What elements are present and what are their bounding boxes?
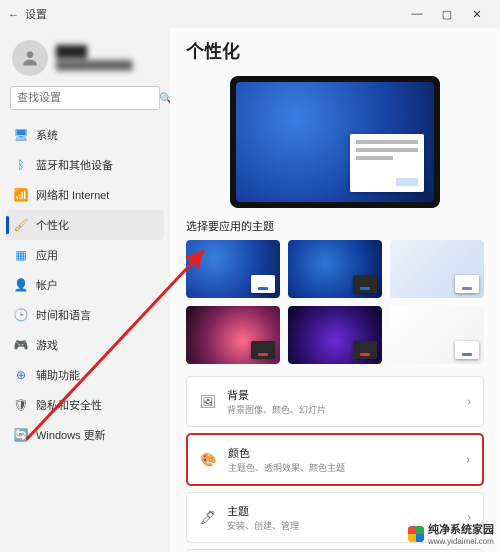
card-subtitle: 背景图像、颜色、幻灯片 xyxy=(227,403,457,416)
sidebar-item-1[interactable]: ᛒ 蓝牙和其他设备 xyxy=(6,150,164,180)
maximize-button[interactable]: ▢ xyxy=(432,2,462,26)
card-title: 颜色 xyxy=(228,445,456,461)
titlebar: ← 设置 — ▢ ✕ xyxy=(0,0,500,28)
sidebar-item-5[interactable]: 👤 帐户 xyxy=(6,270,164,300)
nav-label: Windows 更新 xyxy=(36,427,106,443)
card-title: 主题 xyxy=(227,503,457,519)
desktop-preview xyxy=(230,76,440,208)
theme-tile-4[interactable] xyxy=(288,306,382,364)
nav-icon: ▦ xyxy=(14,248,28,262)
user-email: ████████████ xyxy=(56,60,133,70)
minimize-button[interactable]: — xyxy=(402,2,432,26)
theme-tile-2[interactable] xyxy=(390,240,484,298)
nav-label: 游戏 xyxy=(36,337,58,353)
search-box[interactable]: 🔍 xyxy=(10,86,160,110)
chevron-right-icon: › xyxy=(467,396,471,408)
search-input[interactable] xyxy=(17,92,159,104)
nav-label: 隐私和安全性 xyxy=(36,397,102,413)
nav-label: 时间和语言 xyxy=(36,307,91,323)
card-subtitle: 主题色、透明效果、颜色主题 xyxy=(228,461,456,474)
nav-icon: 🎮 xyxy=(14,338,28,352)
chevron-right-icon: › xyxy=(466,454,470,466)
nav-list: 🖥 系统 ᛒ 蓝牙和其他设备 📶 网络和 Internet 🖌 个性化 ▦ 应用 👤 帐户 🕒 时间和语言… xyxy=(6,120,164,450)
sidebar-item-4[interactable]: ▦ 应用 xyxy=(6,240,164,270)
nav-label: 个性化 xyxy=(36,217,69,233)
sidebar: ████ ████████████ 🔍 🖥 系统 ᛒ 蓝牙和其他设备 📶 网络和 Inte… xyxy=(0,28,170,552)
sidebar-item-8[interactable]: ⊕ 辅助功能 xyxy=(6,360,164,390)
theme-grid xyxy=(186,240,484,364)
nav-icon: 🖌 xyxy=(14,218,28,232)
page-title: 个性化 xyxy=(186,38,484,64)
theme-tile-1[interactable] xyxy=(288,240,382,298)
nav-label: 辅助功能 xyxy=(36,367,80,383)
theme-mini-window xyxy=(251,275,275,293)
nav-icon: 🕒 xyxy=(14,308,28,322)
watermark: 纯净系统家园 www.yidaimei.com xyxy=(408,521,494,546)
preview-window xyxy=(350,134,424,192)
nav-icon: 📶 xyxy=(14,188,28,202)
nav-label: 系统 xyxy=(36,127,58,143)
nav-label: 应用 xyxy=(36,247,58,263)
settings-card-0[interactable]: 🖼 背景 背景图像、颜色、幻灯片 › xyxy=(186,376,484,427)
avatar xyxy=(12,40,48,76)
watermark-url: www.yidaimei.com xyxy=(428,537,494,546)
theme-mini-window xyxy=(353,341,377,359)
watermark-shield-icon xyxy=(408,526,424,542)
window-title: 设置 xyxy=(25,6,47,22)
card-title: 背景 xyxy=(227,387,457,403)
sidebar-item-9[interactable]: 🛡 隐私和安全性 xyxy=(6,390,164,420)
sidebar-item-3[interactable]: 🖌 个性化 xyxy=(6,210,164,240)
card-icon: 🖊 xyxy=(199,510,217,526)
card-icon: 🎨 xyxy=(200,452,218,468)
sidebar-item-2[interactable]: 📶 网络和 Internet xyxy=(6,180,164,210)
nav-label: 帐户 xyxy=(36,277,58,293)
back-icon[interactable]: ← xyxy=(8,8,19,20)
nav-icon: 🛡 xyxy=(14,398,28,412)
nav-icon: 👤 xyxy=(14,278,28,292)
close-button[interactable]: ✕ xyxy=(462,2,492,26)
theme-mini-window xyxy=(455,341,479,359)
theme-section-label: 选择要应用的主题 xyxy=(186,218,484,234)
theme-mini-window xyxy=(455,275,479,293)
theme-mini-window xyxy=(251,341,275,359)
search-icon: 🔍 xyxy=(159,92,170,105)
nav-icon: ᛒ xyxy=(14,158,28,172)
nav-label: 网络和 Internet xyxy=(36,187,109,203)
watermark-text: 纯净系统家园 xyxy=(428,521,494,537)
nav-icon: 🖥 xyxy=(14,128,28,142)
theme-tile-5[interactable] xyxy=(390,306,484,364)
card-icon: 🖼 xyxy=(199,394,217,410)
user-account-row[interactable]: ████ ████████████ xyxy=(6,36,164,86)
nav-icon: ⊕ xyxy=(14,368,28,382)
sidebar-item-0[interactable]: 🖥 系统 xyxy=(6,120,164,150)
sidebar-item-6[interactable]: 🕒 时间和语言 xyxy=(6,300,164,330)
user-name: ████ xyxy=(56,46,133,58)
nav-icon: 🔄 xyxy=(14,428,28,442)
theme-tile-0[interactable] xyxy=(186,240,280,298)
theme-tile-3[interactable] xyxy=(186,306,280,364)
main-content: 个性化 选择要应用的主题 🖼 背景 背景图像、颜色、幻灯片 › 🎨 颜色 主题色… xyxy=(170,28,500,552)
sidebar-item-7[interactable]: 🎮 游戏 xyxy=(6,330,164,360)
settings-card-1[interactable]: 🎨 颜色 主题色、透明效果、颜色主题 › xyxy=(186,433,484,486)
theme-mini-window xyxy=(353,275,377,293)
nav-label: 蓝牙和其他设备 xyxy=(36,157,113,173)
sidebar-item-10[interactable]: 🔄 Windows 更新 xyxy=(6,420,164,450)
